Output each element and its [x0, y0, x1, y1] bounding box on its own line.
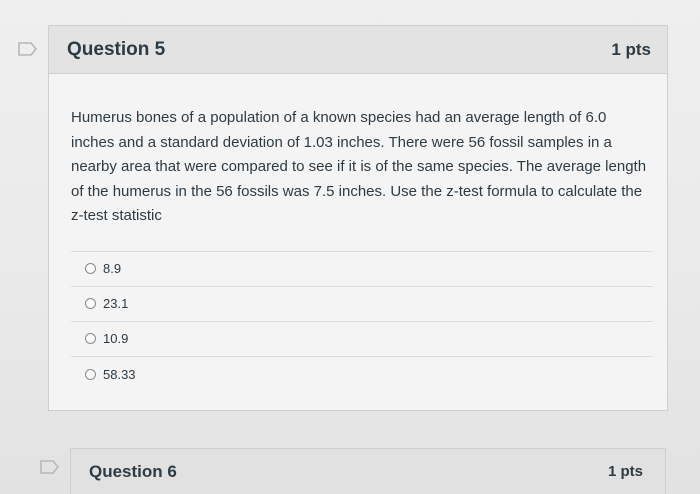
answer-option[interactable]: 10.9: [71, 322, 653, 357]
radio-button[interactable]: [85, 368, 96, 380]
quiz-page: Question 5 1 pts Humerus bones of a popu…: [0, 0, 700, 494]
question-points: 1 pts: [607, 463, 643, 480]
answer-label: 23.1: [103, 296, 129, 311]
question-title: Question 6: [89, 461, 177, 481]
question-header: Question 5 1 pts: [49, 26, 667, 74]
answer-list: 8.9 23.1 10.9 58.33: [71, 250, 653, 392]
question-points: 1 pts: [611, 39, 651, 59]
question-5-card: Question 5 1 pts Humerus bones of a popu…: [48, 25, 668, 411]
question-text: Humerus bones of a population of a known…: [71, 109, 647, 224]
answer-label: 10.9: [103, 331, 129, 346]
flag-question-icon[interactable]: [18, 42, 37, 56]
answer-option[interactable]: 23.1: [71, 287, 653, 322]
answer-label: 58.33: [103, 366, 136, 382]
radio-button[interactable]: [85, 298, 96, 309]
radio-button[interactable]: [85, 333, 96, 344]
question-6-header: Question 6 1 pts: [70, 448, 666, 494]
question-body: Humerus bones of a population of a known…: [49, 74, 667, 392]
answer-label: 8.9: [103, 261, 122, 276]
question-title: Question 5: [67, 38, 166, 60]
answer-option[interactable]: 8.9: [71, 252, 653, 287]
flag-question-icon[interactable]: [40, 460, 59, 474]
radio-button[interactable]: [85, 263, 96, 274]
answer-option[interactable]: 58.33: [71, 357, 653, 392]
